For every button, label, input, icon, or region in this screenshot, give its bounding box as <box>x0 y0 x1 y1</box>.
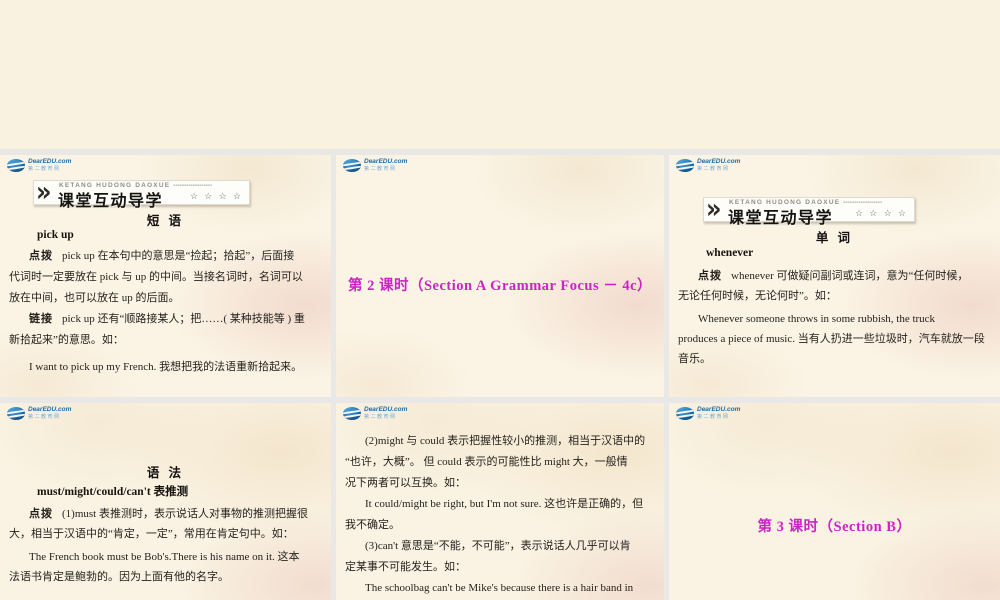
logo-name: DearEDU.com <box>697 407 740 414</box>
lesson-banner: » KETANG HUDONG DAOXUE -----------------… <box>33 180 250 205</box>
section-title: 语 法 <box>0 462 331 481</box>
body-line: 点拨 pick up 在本句中的意思是“捡起；拾起”，后面接 <box>9 246 327 267</box>
slide-lesson2-title: DearEDU.com 第二教育网 第 2 课时（Section A Gramm… <box>336 155 664 397</box>
body-line: 链接 pick up 还有“顺路接某人；把……( 某种技能等 ) 重 <box>9 309 327 330</box>
globe-icon <box>7 159 25 172</box>
top-partial-slide <box>0 0 1000 149</box>
body-line: 点拨 (1)must 表推测时，表示说话人对事物的推测把握很 <box>9 504 327 524</box>
body-line: 音乐。 <box>678 349 996 369</box>
body-line: 定某事不可能发生。如： <box>345 557 660 578</box>
dearedu-logo: DearEDU.com 第二教育网 <box>7 407 71 420</box>
banner-title: 课堂互动导学 <box>58 187 163 211</box>
slide-preview-page: DearEDU.com 第二教育网 » KETANG HUDONG DAOXUE… <box>0 0 1000 600</box>
line-text: pick up 还有“顺路接某人；把……( 某种技能等 ) 重 <box>62 313 305 325</box>
logo-subtext: 第二教育网 <box>697 415 740 420</box>
body-line: produces a piece of music. 当有人扔进一些垃圾时，汽车… <box>678 329 996 349</box>
body-line: 法语书肯定是鲍勃的。因为上面有他的名字。 <box>9 567 327 587</box>
body-line: I want to pick up my French. 我想把我的法语重新拾起… <box>9 357 327 378</box>
star-rating-icons: ☆ ☆ ☆ ☆ <box>855 208 908 219</box>
lead-label: 链接 <box>29 313 53 325</box>
logo-subtext: 第二教育网 <box>697 167 740 172</box>
logo-name: DearEDU.com <box>28 159 71 166</box>
slide-words-whenever: DearEDU.com 第二教育网 » KETANG HUDONG DAOXUE… <box>669 155 1000 397</box>
globe-icon <box>676 159 694 172</box>
logo-subtext: 第二教育网 <box>364 167 407 172</box>
globe-icon <box>676 407 694 420</box>
dearedu-logo: DearEDU.com 第二教育网 <box>676 159 740 172</box>
slide-grammar-modals: DearEDU.com 第二教育网 语 法 must/might/could/c… <box>0 403 331 600</box>
dash-rule: ------------------ <box>173 182 212 189</box>
body-line: The schoolbag can't be Mike's because th… <box>345 578 660 599</box>
dearedu-logo: DearEDU.com 第二教育网 <box>7 159 71 172</box>
body-line: It could/might be right, but I'm not sur… <box>345 494 660 515</box>
logo-name: DearEDU.com <box>697 159 740 166</box>
body-line: 无论任何时候，无论何时”。如： <box>678 286 996 306</box>
double-chevron-icon: » <box>36 175 52 207</box>
body-line: 况下两者可以互换。如： <box>345 473 660 494</box>
slide-grammar-modals-continued: DearEDU.com 第二教育网 (2)might 与 could 表示把握性… <box>336 403 664 600</box>
body-line: 放在中间，也可以放在 up 的后面。 <box>9 288 327 309</box>
body-line: The French book must be Bob's.There is h… <box>9 547 327 567</box>
double-chevron-icon: » <box>706 192 722 224</box>
lesson-title: 第 2 课时（Section A Grammar Focus － 4c） <box>336 274 664 295</box>
logo-name: DearEDU.com <box>364 159 407 166</box>
body-line: 我不确定。 <box>345 515 660 536</box>
logo-name: DearEDU.com <box>28 407 71 414</box>
line-text: pick up 在本句中的意思是“捡起；拾起”，后面接 <box>62 250 294 262</box>
body-line: 代词时一定要放在 pick 与 up 的中间。当接名词时，名词可以 <box>9 267 327 288</box>
dearedu-logo: DearEDU.com 第二教育网 <box>343 407 407 420</box>
lesson-title: 第 3 课时（Section B） <box>669 515 1000 536</box>
term-heading: must/might/could/can't 表推测 <box>37 483 188 499</box>
slide-phrases-pickup: DearEDU.com 第二教育网 » KETANG HUDONG DAOXUE… <box>0 155 331 397</box>
logo-subtext: 第二教育网 <box>364 415 407 420</box>
body-line: “也许，大概”。 但 could 表示的可能性比 might 大，一般情 <box>345 452 660 473</box>
dearedu-logo: DearEDU.com 第二教育网 <box>343 159 407 172</box>
logo-name: DearEDU.com <box>364 407 407 414</box>
section-title: 短 语 <box>0 210 331 229</box>
globe-icon <box>343 159 361 172</box>
globe-icon <box>7 407 25 420</box>
banner-title: 课堂互动导学 <box>728 204 833 228</box>
body-line: 大，相当于汉语中的“肯定，一定”，常用在肯定句中。如： <box>9 524 327 544</box>
lead-label: 点拨 <box>29 250 53 262</box>
line-text: whenever 可做疑问副词或连词，意为“任何时候， <box>731 270 968 282</box>
body-line: 点拨 whenever 可做疑问副词或连词，意为“任何时候， <box>678 266 996 286</box>
section-title: 单 词 <box>669 227 1000 246</box>
dash-rule: ------------------ <box>843 199 882 206</box>
body-line: (3)can't 意思是“不能，不可能”，表示说话人几乎可以肯 <box>345 536 660 557</box>
globe-icon <box>343 407 361 420</box>
term-heading: pick up <box>37 229 74 241</box>
body-line: Whenever someone throws in some rubbish,… <box>678 309 996 329</box>
term-heading: whenever <box>706 247 753 259</box>
body-line: (2)might 与 could 表示把握性较小的推测，相当于汉语中的 <box>345 431 660 452</box>
line-text: (1)must 表推测时，表示说话人对事物的推测把握很 <box>62 508 308 520</box>
logo-subtext: 第二教育网 <box>28 167 71 172</box>
body-line: 新拾起来”的意思。如： <box>9 330 327 351</box>
star-rating-icons: ☆ ☆ ☆ ☆ <box>190 191 243 202</box>
lesson-banner: » KETANG HUDONG DAOXUE -----------------… <box>703 197 915 222</box>
slide-lesson3-title: DearEDU.com 第二教育网 第 3 课时（Section B） <box>669 403 1000 600</box>
lead-label: 点拨 <box>29 508 53 520</box>
dearedu-logo: DearEDU.com 第二教育网 <box>676 407 740 420</box>
lead-label: 点拨 <box>698 270 722 282</box>
logo-subtext: 第二教育网 <box>28 415 71 420</box>
